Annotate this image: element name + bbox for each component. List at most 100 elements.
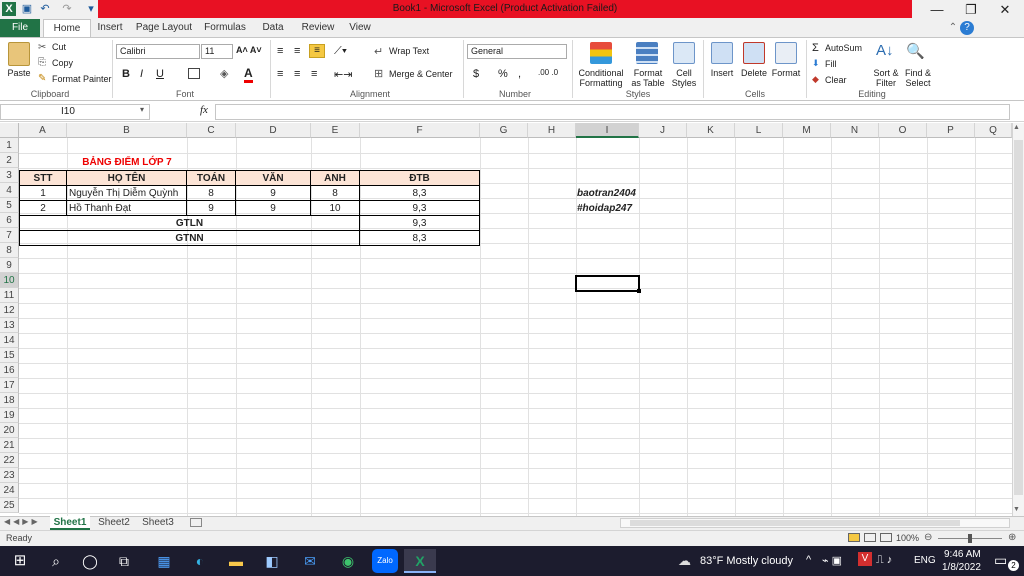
row-header[interactable]: 7 <box>0 228 19 243</box>
cut-button[interactable]: Cut <box>52 42 66 52</box>
align-right-icon[interactable]: ≡ <box>311 68 317 80</box>
column-header[interactable]: K <box>687 123 735 138</box>
tab-page-layout[interactable]: Page Layout <box>134 19 194 37</box>
merge-center-button[interactable]: Merge & Center <box>389 69 453 79</box>
coccoc-browser-icon[interactable]: ◉ <box>336 549 360 573</box>
vertical-scroll-thumb[interactable] <box>1014 140 1023 495</box>
conditional-formatting-button[interactable]: Conditional Formatting <box>574 68 628 88</box>
column-header[interactable]: I <box>576 123 639 138</box>
align-middle-icon[interactable]: ≡ <box>294 45 300 57</box>
wrap-text-button[interactable]: Wrap Text <box>389 46 429 56</box>
align-center-icon[interactable]: ≡ <box>294 68 300 80</box>
minimize-button[interactable]: — <box>920 0 954 19</box>
tray-icons[interactable]: ⌁ ▣ <box>822 554 842 567</box>
align-bottom-icon[interactable]: ≡ <box>309 44 325 58</box>
sheet-title[interactable]: BẢNG ĐIỂM LỚP 7 <box>67 155 187 170</box>
weather-icon[interactable]: ☁ <box>678 553 691 569</box>
row-header[interactable]: 25 <box>0 498 19 513</box>
column-header[interactable]: D <box>236 123 311 138</box>
autosum-icon[interactable]: Σ <box>812 42 819 54</box>
column-header[interactable]: M <box>783 123 831 138</box>
column-header[interactable]: F <box>360 123 480 138</box>
edge-icon[interactable]: ◐ <box>188 549 212 573</box>
show-hidden-icons[interactable]: ^ <box>806 554 811 566</box>
formula-input[interactable] <box>215 104 1010 120</box>
merge-center-icon[interactable]: ⊞ <box>374 67 383 80</box>
clear-icon[interactable]: ◆ <box>812 74 819 85</box>
delete-cells-icon[interactable] <box>743 42 765 64</box>
customize-qat-icon[interactable]: ▾ <box>84 2 98 16</box>
fill-button[interactable]: Fill <box>825 59 837 69</box>
row-header[interactable]: 10 <box>0 273 19 288</box>
column-header[interactable]: G <box>480 123 528 138</box>
row-header[interactable]: 15 <box>0 348 19 363</box>
format-as-table-button[interactable]: Format as Table <box>628 68 668 88</box>
table-cell[interactable]: 10 <box>310 200 360 216</box>
row-header[interactable]: 16 <box>0 363 19 378</box>
row-header[interactable]: 23 <box>0 468 19 483</box>
note-cell[interactable]: #hoidap247 <box>577 201 657 216</box>
tab-insert[interactable]: Insert <box>92 19 128 37</box>
header-ho-ten[interactable]: HỌ TÊN <box>66 170 187 186</box>
clock-date[interactable]: 1/8/2022 <box>942 562 981 573</box>
font-color-icon[interactable]: A <box>244 66 253 83</box>
column-header[interactable]: N <box>831 123 879 138</box>
cell-styles-icon[interactable] <box>673 42 695 64</box>
column-header[interactable]: A <box>19 123 67 138</box>
copy-icon[interactable]: ⎘ <box>38 57 46 68</box>
find-select-icon[interactable]: 🔍 <box>906 42 925 60</box>
number-format-select[interactable]: General <box>467 44 567 59</box>
table-cell[interactable]: Nguyễn Thị Diễm Quỳnh <box>66 185 187 201</box>
fill-color-icon[interactable]: ◈ <box>220 67 228 80</box>
store-icon[interactable]: ◧ <box>260 549 284 573</box>
redo-icon[interactable]: ↷ <box>60 2 74 16</box>
column-header[interactable]: B <box>67 123 187 138</box>
table-cell[interactable]: 9 <box>235 185 311 201</box>
borders-icon[interactable] <box>188 68 200 79</box>
table-cell[interactable]: 8 <box>310 185 360 201</box>
column-header[interactable]: C <box>187 123 236 138</box>
zoom-out-icon[interactable]: ⊖ <box>924 532 932 543</box>
table-cell[interactable]: 9 <box>235 200 311 216</box>
row-header[interactable]: 14 <box>0 333 19 348</box>
row-header[interactable]: 1 <box>0 138 19 153</box>
excel-taskbar-icon[interactable]: X <box>404 549 436 573</box>
format-painter-icon[interactable]: ✎ <box>38 73 46 84</box>
currency-button[interactable]: $ <box>473 68 479 80</box>
comma-button[interactable]: , <box>518 68 521 80</box>
underline-button[interactable]: U <box>156 68 164 80</box>
network-volume-icons[interactable]: ⎍ ♪ <box>876 554 892 567</box>
column-header[interactable]: E <box>311 123 360 138</box>
windows-start-icon[interactable]: ⊞ <box>8 549 32 573</box>
sort-filter-button[interactable]: Sort & Filter <box>868 68 904 88</box>
tab-formulas[interactable]: Formulas <box>200 19 250 37</box>
tab-review[interactable]: Review <box>298 19 338 37</box>
paste-button[interactable]: Paste <box>4 68 34 78</box>
table-cell[interactable]: 2 <box>19 200 67 216</box>
file-explorer-icon[interactable]: ▬ <box>224 549 248 573</box>
page-break-view-icon[interactable] <box>880 533 892 542</box>
name-box-dropdown-icon[interactable]: ▾ <box>140 105 144 114</box>
tab-home[interactable]: Home <box>43 19 91 37</box>
save-icon[interactable]: ▣ <box>20 2 34 16</box>
note-cell[interactable]: baotran2404 <box>577 186 657 201</box>
mail-icon[interactable]: ✉ <box>298 549 322 573</box>
table-cell[interactable]: 8 <box>186 185 236 201</box>
active-cell-selection[interactable] <box>575 275 640 292</box>
clear-button[interactable]: Clear <box>825 75 847 85</box>
find-select-button[interactable]: Find & Select <box>900 68 936 88</box>
table-cell[interactable]: 8,3 <box>359 185 480 201</box>
row-header[interactable]: 4 <box>0 183 19 198</box>
row-header[interactable]: 19 <box>0 408 19 423</box>
sheet-nav-icon[interactable]: ◀◀▶▶ <box>4 517 41 526</box>
row-header[interactable]: 18 <box>0 393 19 408</box>
gtnn-value[interactable]: 8,3 <box>359 230 480 246</box>
decimal-icon[interactable]: .00 .0 <box>538 68 558 77</box>
row-header[interactable]: 11 <box>0 288 19 303</box>
insert-function-button[interactable]: fx <box>200 104 208 116</box>
font-size-select[interactable]: 11 <box>201 44 233 59</box>
format-painter-button[interactable]: Format Painter <box>52 74 112 84</box>
fill-handle[interactable] <box>637 289 641 293</box>
increase-font-icon[interactable]: A˄ A˅ <box>236 45 262 55</box>
format-as-table-icon[interactable] <box>636 42 658 64</box>
